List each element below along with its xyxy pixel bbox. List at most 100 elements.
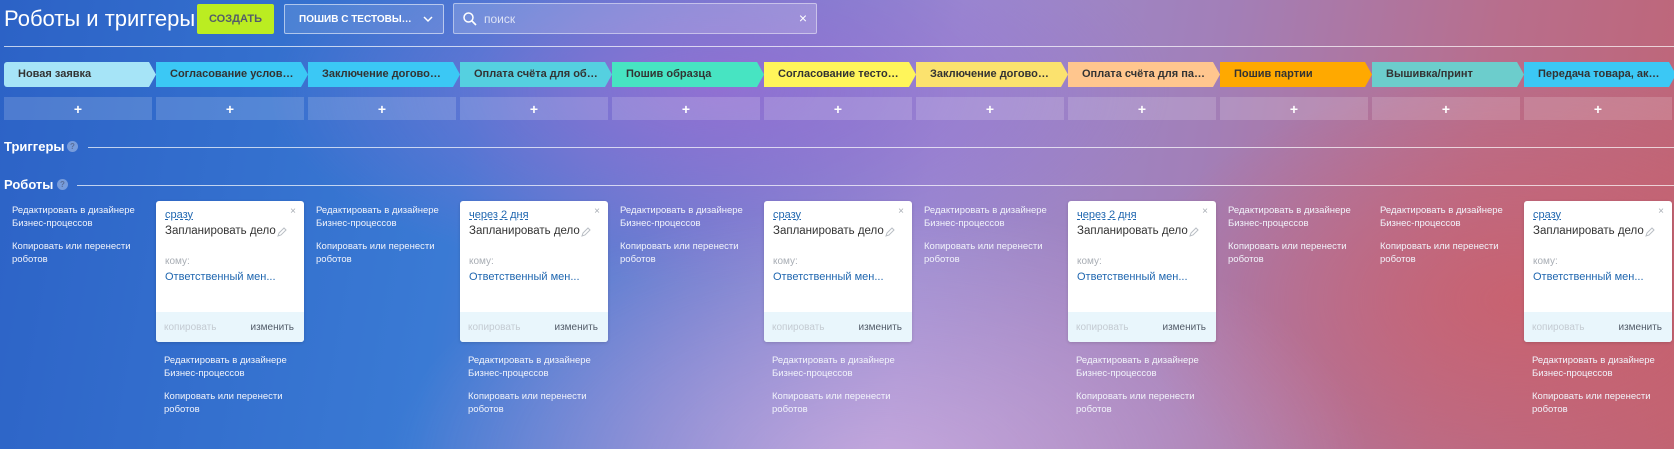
copy-robot-button[interactable]: копировать bbox=[468, 322, 521, 333]
edit-in-designer-link[interactable]: Редактировать в дизайнере Бизнес-процесс… bbox=[620, 205, 760, 230]
stage-contract[interactable]: Заключение договора ... bbox=[308, 62, 460, 87]
stage-batch-sewing[interactable]: Пошив партии bbox=[1220, 62, 1372, 87]
close-icon[interactable]: × bbox=[898, 206, 904, 217]
robot-card[interactable]: через 2 дня × Запланировать дело кому: О… bbox=[460, 201, 608, 342]
copy-robot-button[interactable]: копировать bbox=[1532, 322, 1585, 333]
copy-move-robots-link[interactable]: Копировать или перенести роботов bbox=[468, 391, 608, 416]
robot-delay-link[interactable]: через 2 дня bbox=[1077, 209, 1137, 221]
stage-contract-2[interactable]: Заключение договора ... bbox=[916, 62, 1068, 87]
add-button[interactable]: + bbox=[4, 97, 152, 120]
edit-in-designer-link[interactable]: Редактировать в дизайнере Бизнес-процесс… bbox=[12, 205, 152, 230]
pencil-icon[interactable] bbox=[885, 227, 895, 237]
add-button[interactable]: + bbox=[1220, 97, 1368, 120]
copy-move-robots-link[interactable]: Копировать или перенести роботов bbox=[772, 391, 912, 416]
robot-to-label: кому: bbox=[165, 256, 190, 267]
copy-move-robots-link[interactable]: Копировать или перенести роботов bbox=[12, 241, 152, 266]
copy-move-robots-link[interactable]: Копировать или перенести роботов bbox=[316, 241, 456, 266]
edit-in-designer-link[interactable]: Редактировать в дизайнере Бизнес-процесс… bbox=[164, 355, 304, 380]
pencil-icon[interactable] bbox=[581, 227, 591, 237]
edit-in-designer-link[interactable]: Редактировать в дизайнере Бизнес-процесс… bbox=[468, 355, 608, 380]
add-button[interactable]: + bbox=[764, 97, 912, 120]
robot-action-title: Запланировать дело bbox=[1533, 225, 1644, 237]
pencil-icon[interactable] bbox=[1645, 227, 1655, 237]
stage-goods-transfer[interactable]: Передача товара, акты... bbox=[1524, 62, 1674, 87]
triggers-divider bbox=[88, 147, 1674, 148]
robot-delay-link[interactable]: сразу bbox=[165, 209, 193, 221]
search-input[interactable] bbox=[484, 4, 784, 33]
column-links: Редактировать в дизайнере Бизнес-процесс… bbox=[620, 205, 760, 266]
copy-move-robots-link[interactable]: Копировать или перенести роботов bbox=[620, 241, 760, 266]
edit-in-designer-link[interactable]: Редактировать в дизайнере Бизнес-процесс… bbox=[1532, 355, 1672, 380]
help-icon[interactable]: ? bbox=[57, 179, 68, 190]
robot-responsible-link[interactable]: Ответственный мен... bbox=[773, 271, 903, 283]
edit-robot-button[interactable]: изменить bbox=[1162, 322, 1206, 333]
copy-robot-button[interactable]: копировать bbox=[772, 322, 825, 333]
pipeline-select[interactable]: ПОШИВ С ТЕСТОВЫМ О... bbox=[284, 4, 444, 34]
edit-in-designer-link[interactable]: Редактировать в дизайнере Бизнес-процесс… bbox=[1380, 205, 1520, 230]
copy-robot-button[interactable]: копировать bbox=[1076, 322, 1129, 333]
stage-test-approval[interactable]: Согласование тестовог... bbox=[764, 62, 916, 87]
close-icon[interactable]: × bbox=[594, 206, 600, 217]
add-row: + + + + + + + + + + + bbox=[4, 97, 1674, 120]
edit-in-designer-link[interactable]: Редактировать в дизайнере Бизнес-процесс… bbox=[924, 205, 1064, 230]
add-button[interactable]: + bbox=[1524, 97, 1672, 120]
edit-robot-button[interactable]: изменить bbox=[1618, 322, 1662, 333]
edit-in-designer-link[interactable]: Редактировать в дизайнере Бизнес-процесс… bbox=[1228, 205, 1368, 230]
stage-batch-payment[interactable]: Оплата счёта для парт... bbox=[1068, 62, 1220, 87]
robot-action-title: Запланировать дело bbox=[1077, 225, 1188, 237]
copy-move-robots-link[interactable]: Копировать или перенести роботов bbox=[164, 391, 304, 416]
robot-delay-link[interactable]: через 2 дня bbox=[469, 209, 529, 221]
close-icon[interactable]: × bbox=[1658, 206, 1664, 217]
robot-card[interactable]: через 2 дня × Запланировать дело кому: О… bbox=[1068, 201, 1216, 342]
column-links: Редактировать в дизайнере Бизнес-процесс… bbox=[1228, 205, 1368, 266]
robot-responsible-link[interactable]: Ответственный мен... bbox=[1077, 271, 1207, 283]
pencil-icon[interactable] bbox=[277, 227, 287, 237]
edit-robot-button[interactable]: изменить bbox=[858, 322, 902, 333]
robot-card-footer: копировать изменить bbox=[460, 312, 608, 342]
robot-responsible-link[interactable]: Ответственный мен... bbox=[1533, 271, 1663, 283]
column-links: Редактировать в дизайнере Бизнес-процесс… bbox=[12, 205, 152, 266]
add-button[interactable]: + bbox=[916, 97, 1064, 120]
column-links: Редактировать в дизайнере Бизнес-процесс… bbox=[1076, 355, 1216, 416]
robot-action-title: Запланировать дело bbox=[773, 225, 884, 237]
header-divider bbox=[4, 46, 1674, 47]
add-button[interactable]: + bbox=[1068, 97, 1216, 120]
edit-in-designer-link[interactable]: Редактировать в дизайнере Бизнес-процесс… bbox=[1076, 355, 1216, 380]
robot-card[interactable]: сразу × Запланировать дело кому: Ответст… bbox=[764, 201, 912, 342]
robot-responsible-link[interactable]: Ответственный мен... bbox=[165, 271, 295, 283]
copy-move-robots-link[interactable]: Копировать или перенести роботов bbox=[1228, 241, 1368, 266]
page-header: Роботы и триггеры Создать ПОШИВ С ТЕСТОВ… bbox=[0, 0, 1674, 44]
chevron-down-icon bbox=[423, 16, 433, 23]
copy-robot-button[interactable]: копировать bbox=[164, 322, 217, 333]
stage-sample-sewing[interactable]: Пошив образца bbox=[612, 62, 764, 87]
add-button[interactable]: + bbox=[308, 97, 456, 120]
robot-responsible-link[interactable]: Ответственный мен... bbox=[469, 271, 599, 283]
help-icon[interactable]: ? bbox=[67, 141, 78, 152]
column-links: Редактировать в дизайнере Бизнес-процесс… bbox=[468, 355, 608, 416]
robot-card[interactable]: сразу × Запланировать дело кому: Ответст… bbox=[156, 201, 304, 342]
clear-search-icon[interactable]: × bbox=[799, 10, 807, 26]
stage-new-request[interactable]: Новая заявка bbox=[4, 62, 156, 87]
pencil-icon[interactable] bbox=[1189, 227, 1199, 237]
add-button[interactable]: + bbox=[460, 97, 608, 120]
create-button[interactable]: Создать bbox=[197, 4, 274, 34]
copy-move-robots-link[interactable]: Копировать или перенести роботов bbox=[924, 241, 1064, 266]
edit-in-designer-link[interactable]: Редактировать в дизайнере Бизнес-процесс… bbox=[316, 205, 456, 230]
stage-sample-payment[interactable]: Оплата счёта для обра... bbox=[460, 62, 612, 87]
add-button[interactable]: + bbox=[612, 97, 760, 120]
stage-embroidery-print[interactable]: Вышивка/принт bbox=[1372, 62, 1524, 87]
edit-robot-button[interactable]: изменить bbox=[250, 322, 294, 333]
robot-delay-link[interactable]: сразу bbox=[773, 209, 801, 221]
copy-move-robots-link[interactable]: Копировать или перенести роботов bbox=[1380, 241, 1520, 266]
edit-robot-button[interactable]: изменить bbox=[554, 322, 598, 333]
edit-in-designer-link[interactable]: Редактировать в дизайнере Бизнес-процесс… bbox=[772, 355, 912, 380]
add-button[interactable]: + bbox=[156, 97, 304, 120]
copy-move-robots-link[interactable]: Копировать или перенести роботов bbox=[1532, 391, 1672, 416]
robot-delay-link[interactable]: сразу bbox=[1533, 209, 1561, 221]
copy-move-robots-link[interactable]: Копировать или перенести роботов bbox=[1076, 391, 1216, 416]
robot-card[interactable]: сразу × Запланировать дело кому: Ответст… bbox=[1524, 201, 1672, 342]
add-button[interactable]: + bbox=[1372, 97, 1520, 120]
stage-agreement-terms[interactable]: Согласование условий... bbox=[156, 62, 308, 87]
close-icon[interactable]: × bbox=[290, 206, 296, 217]
close-icon[interactable]: × bbox=[1202, 206, 1208, 217]
